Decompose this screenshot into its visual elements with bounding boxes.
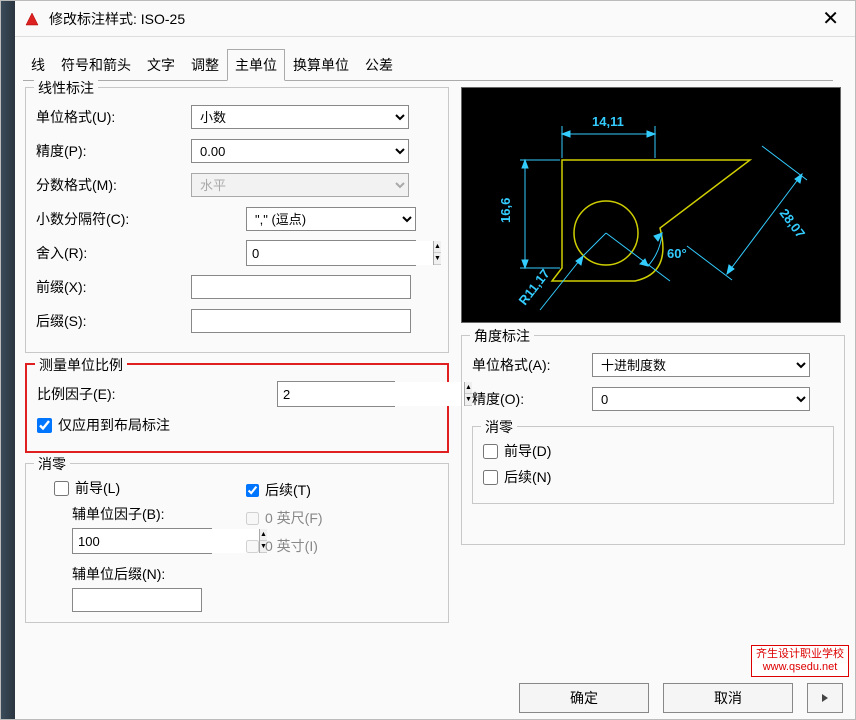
tab-text[interactable]: 文字	[139, 49, 183, 81]
scale-group: 测量单位比例 比例因子(E): ▲▼ 仅应用到布局标注	[25, 363, 449, 453]
zero-group-title: 消零	[34, 454, 70, 474]
ang-leading-label: 前导(D)	[504, 441, 551, 461]
zero-trailing-label: 后续(T)	[265, 480, 311, 500]
ang-trailing-check[interactable]	[483, 470, 498, 485]
svg-text:28,07: 28,07	[777, 206, 809, 241]
unit-format-label: 单位格式(U):	[36, 107, 191, 127]
ang-format-select[interactable]: 十进制度数	[592, 353, 810, 377]
cancel-button[interactable]: 取消	[663, 683, 793, 713]
layout-only-check[interactable]	[37, 418, 52, 433]
svg-text:14,11: 14,11	[592, 114, 624, 129]
round-up[interactable]: ▲	[434, 241, 441, 253]
titlebar: 修改标注样式: ISO-25 ✕	[1, 1, 855, 37]
tabbar: 线 符号和箭头 文字 调整 主单位 换算单位 公差	[23, 49, 855, 81]
scale-factor-spinner[interactable]: ▲▼	[277, 381, 395, 407]
decimal-sep-label: 小数分隔符(C):	[36, 209, 191, 229]
scale-factor-label: 比例因子(E):	[37, 384, 277, 404]
round-input[interactable]	[247, 241, 433, 265]
tab-adjust[interactable]: 调整	[183, 49, 227, 81]
suffix-label: 后缀(S):	[36, 311, 191, 331]
linear-group: 线性标注 单位格式(U): 小数 精度(P): 0.00 分数格式(M):	[25, 87, 449, 353]
zero-trailing-check[interactable]	[246, 484, 259, 497]
round-spinner[interactable]: ▲▼	[246, 240, 416, 266]
ang-format-label: 单位格式(A):	[472, 355, 592, 375]
svg-text:16,6: 16,6	[498, 198, 513, 223]
fraction-select: 水平	[191, 173, 409, 197]
angular-group: 角度标注 单位格式(A): 十进制度数 精度(O): 0 消零	[461, 335, 845, 545]
precision-select[interactable]: 0.00	[191, 139, 409, 163]
tab-tolerance[interactable]: 公差	[357, 49, 401, 81]
prefix-label: 前缀(X):	[36, 277, 191, 297]
sub-factor-label: 辅单位因子(B):	[72, 504, 228, 524]
ang-precision-label: 精度(O):	[472, 389, 592, 409]
zero-leading-check[interactable]	[54, 481, 69, 496]
zero-group: 消零 前导(L) 辅单位因子(B): ▲▼	[25, 463, 449, 623]
fraction-label: 分数格式(M):	[36, 175, 191, 195]
round-label: 舍入(R):	[36, 243, 191, 263]
zero-inches-check	[246, 540, 259, 553]
ang-zero-title: 消零	[481, 417, 517, 437]
precision-label: 精度(P):	[36, 141, 191, 161]
preview-pane: 14,11 16,6 28,07 60° R11,17	[461, 87, 841, 323]
tab-line[interactable]: 线	[23, 49, 53, 81]
prefix-input[interactable]	[191, 275, 411, 299]
watermark: 齐生设计职业学校 www.qsedu.net	[751, 645, 849, 677]
app-logo	[23, 10, 41, 28]
scale-group-title: 测量单位比例	[35, 355, 127, 375]
ok-button[interactable]: 确定	[519, 683, 649, 713]
help-button[interactable]	[807, 683, 843, 713]
round-down[interactable]: ▼	[434, 253, 441, 265]
zero-inches-label: 0 英寸(I)	[265, 536, 318, 556]
linear-group-title: 线性标注	[34, 78, 98, 98]
ang-zero-group: 消零 前导(D) 后续(N)	[472, 426, 834, 504]
tab-primary[interactable]: 主单位	[227, 49, 285, 81]
sub-suffix-input[interactable]	[72, 588, 202, 612]
layout-only-label: 仅应用到布局标注	[58, 415, 170, 435]
sub-suffix-label: 辅单位后缀(N):	[72, 564, 228, 584]
unit-format-select[interactable]: 小数	[191, 105, 409, 129]
ang-precision-select[interactable]: 0	[592, 387, 810, 411]
left-accent	[1, 1, 15, 719]
close-button[interactable]: ✕	[816, 6, 845, 31]
suffix-input[interactable]	[191, 309, 411, 333]
zero-feet-label: 0 英尺(F)	[265, 508, 323, 528]
tab-symbols[interactable]: 符号和箭头	[53, 49, 139, 81]
window-title: 修改标注样式: ISO-25	[49, 9, 816, 29]
sub-factor-spinner[interactable]: ▲▼	[72, 528, 212, 554]
ang-leading-check[interactable]	[483, 444, 498, 459]
zero-leading-label: 前导(L)	[75, 478, 120, 498]
angular-group-title: 角度标注	[470, 326, 534, 346]
ang-trailing-label: 后续(N)	[504, 467, 551, 487]
decimal-sep-select[interactable]: "," (逗点)	[246, 207, 416, 231]
sub-factor-input[interactable]	[73, 529, 259, 553]
scale-factor-input[interactable]	[278, 382, 464, 406]
tab-alternate[interactable]: 换算单位	[285, 49, 357, 81]
svg-text:60°: 60°	[667, 246, 687, 261]
zero-feet-check	[246, 512, 259, 525]
